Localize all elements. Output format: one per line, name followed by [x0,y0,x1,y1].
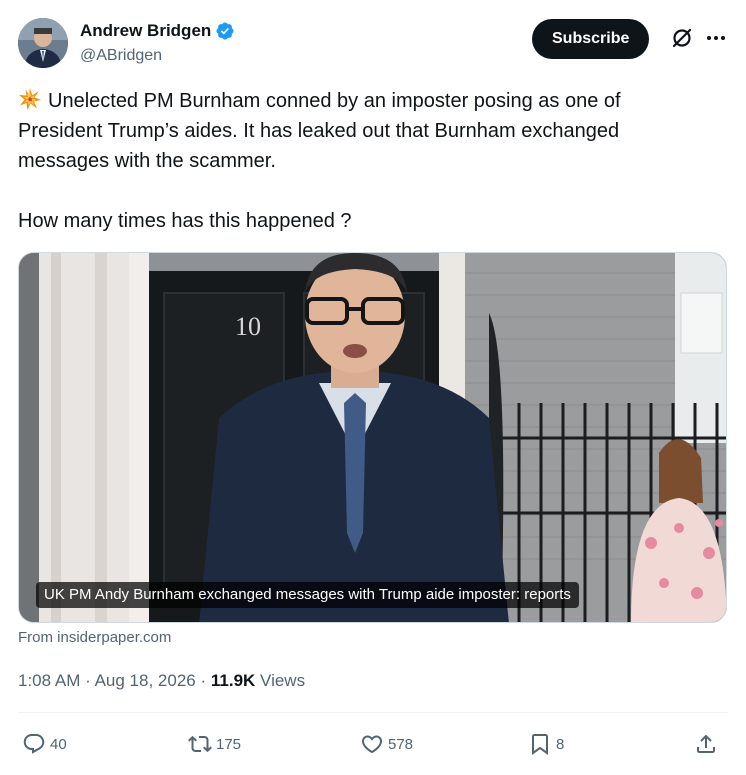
reply-icon [23,734,45,754]
share-icon [697,734,715,753]
video-thumbnail[interactable]: 10 [19,253,727,623]
subscribe-button[interactable]: Subscribe [532,19,650,59]
tweet-line-1: Unelected PM Burnham conned by an impost… [18,86,718,116]
bookmark-button[interactable]: 8 [528,728,564,760]
author-handle[interactable]: @ABridgen [80,45,235,67]
media-card[interactable]: 10 UK PM Andy Burnham exchanged messages… [18,252,727,623]
reply-button[interactable]: 40 [22,728,67,760]
collision-emoji [18,87,42,111]
bookmark-icon [532,734,548,755]
author-name[interactable]: Andrew Bridgen [80,20,211,42]
like-icon [361,735,383,754]
views-label: Views [260,671,306,690]
avatar[interactable] [18,18,68,68]
tweet-header: Andrew Bridgen @ABridgen Subscribe [18,16,728,72]
action-bar: 40 175 578 8 [18,728,728,760]
reply-count: 40 [50,735,67,753]
author-name-row[interactable]: Andrew Bridgen [80,20,235,42]
author-names: Andrew Bridgen @ABridgen [80,20,235,67]
divider [18,712,728,713]
meta-separator: · [200,671,207,690]
tweet-line-4: How many times has this happened ? [18,210,352,232]
views-count: 11.9K [210,671,256,690]
repost-icon [188,735,212,753]
like-count: 578 [388,735,414,753]
verified-badge-icon[interactable] [215,21,235,41]
tweet-time[interactable]: 1:08 AM [18,671,80,690]
like-button[interactable]: 578 [360,728,413,760]
bookmark-count: 8 [556,735,565,753]
share-button[interactable] [694,728,718,760]
repost-button[interactable]: 175 [188,728,241,760]
tweet-text: Unelected PM Burnham conned by an impost… [18,86,718,236]
tweet-meta: 1:08 AM · Aug 18, 2026 · 11.9K Views [18,669,305,693]
more-icon[interactable] [704,26,728,50]
meta-separator: · [85,671,91,690]
link-source[interactable]: From insiderpaper.com [18,628,171,648]
tweet-date[interactable]: Aug 18, 2026 [95,671,196,690]
repost-count: 175 [216,735,242,753]
door-number: 10 [235,312,261,341]
tweet-line-2: President Trump’s aides. It has leaked o… [18,120,620,142]
media-caption: UK PM Andy Burnham exchanged messages wi… [36,582,579,608]
tweet-line-3: messages with the scammer. [18,150,276,172]
grok-icon[interactable] [670,26,694,50]
